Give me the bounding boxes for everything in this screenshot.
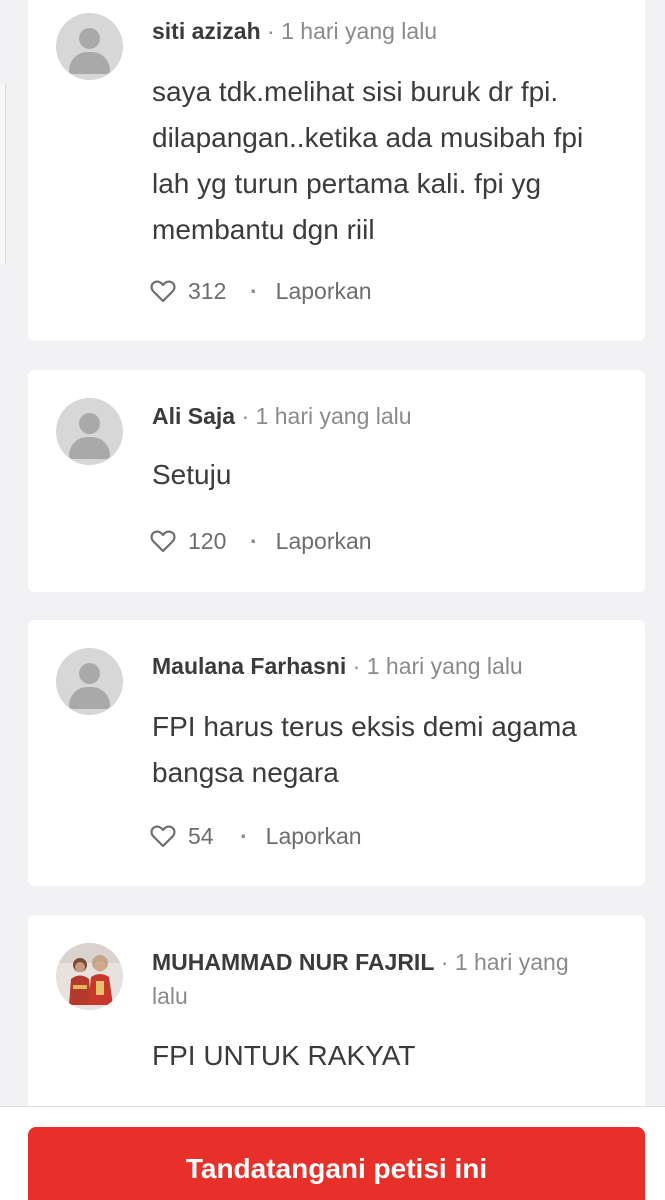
comment-author[interactable]: MUHAMMAD NUR FAJRIL [152, 949, 434, 975]
comment-actions: 312 · Laporkan [150, 276, 372, 306]
comment-author[interactable]: siti azizah [152, 18, 261, 44]
comment-text: saya tdk.melihat sisi buruk dr fpi. dila… [152, 76, 584, 245]
comment-card: siti azizah · 1 hari yang lalu saya tdk.… [28, 0, 645, 341]
avatar-head-shape [79, 28, 100, 49]
user-photo-icon [56, 943, 123, 1010]
comment-text: FPI harus terus eksis demi agama bangsa … [152, 711, 577, 788]
comment-text: FPI UNTUK RAKYAT [152, 1040, 416, 1071]
comment-author[interactable]: Maulana Farhasni [152, 653, 346, 679]
like-count: 54 [188, 822, 214, 849]
avatar[interactable] [56, 13, 123, 80]
like-count: 312 [188, 277, 227, 304]
side-panel-edge [0, 84, 6, 264]
comment-time: 1 hari yang lalu [366, 653, 523, 679]
avatar-body-shape [69, 52, 110, 74]
report-link[interactable]: Laporkan [266, 823, 362, 850]
heart-icon[interactable] [150, 279, 176, 303]
like-count: 120 [188, 527, 227, 554]
comment-time: 1 hari yang lalu [255, 403, 412, 429]
separator-dot: · [241, 403, 250, 429]
avatar-body-shape [69, 437, 110, 459]
report-link[interactable]: Laporkan [276, 528, 372, 555]
comment-text: Setuju [152, 459, 232, 490]
avatar-body-shape [69, 687, 110, 709]
comment-meta: Maulana Farhasni · 1 hari yang lalu [152, 649, 605, 683]
separator-dot: · [250, 527, 258, 554]
comment-card: MUHAMMAD NUR FAJRIL · 1 hari yang lalu F… [28, 915, 645, 1135]
comment-card: Ali Saja · 1 hari yang lalu Setuju 120 ·… [28, 370, 645, 592]
petition-comments-page: siti azizah · 1 hari yang lalu saya tdk.… [0, 0, 665, 1200]
sign-petition-button[interactable]: Tandatangani petisi ini [28, 1127, 645, 1200]
avatar-head-shape [79, 413, 100, 434]
separator-dot: · [440, 949, 449, 975]
separator-dot: · [267, 18, 275, 44]
avatar[interactable] [56, 398, 123, 465]
avatar-head-shape [79, 663, 100, 684]
comment-meta: MUHAMMAD NUR FAJRIL · 1 hari yang lalu [152, 945, 595, 1013]
report-link[interactable]: Laporkan [276, 278, 372, 305]
heart-icon[interactable] [150, 529, 176, 553]
comment-card: Maulana Farhasni · 1 hari yang lalu FPI … [28, 620, 645, 886]
comment-actions: 54 · Laporkan [150, 821, 362, 851]
sticky-footer: Tandatangani petisi ini [0, 1106, 665, 1200]
comment-time: 1 hari yang lalu [281, 18, 438, 44]
comment-meta: siti azizah · 1 hari yang lalu [152, 14, 605, 48]
separator-dot: · [240, 822, 248, 849]
separator-dot: · [352, 653, 361, 679]
comment-actions: 120 · Laporkan [150, 526, 372, 556]
comment-meta: Ali Saja · 1 hari yang lalu [152, 399, 605, 433]
avatar[interactable] [56, 943, 123, 1010]
heart-icon[interactable] [150, 824, 176, 848]
comment-author[interactable]: Ali Saja [152, 403, 235, 429]
avatar[interactable] [56, 648, 123, 715]
separator-dot: · [250, 277, 258, 304]
